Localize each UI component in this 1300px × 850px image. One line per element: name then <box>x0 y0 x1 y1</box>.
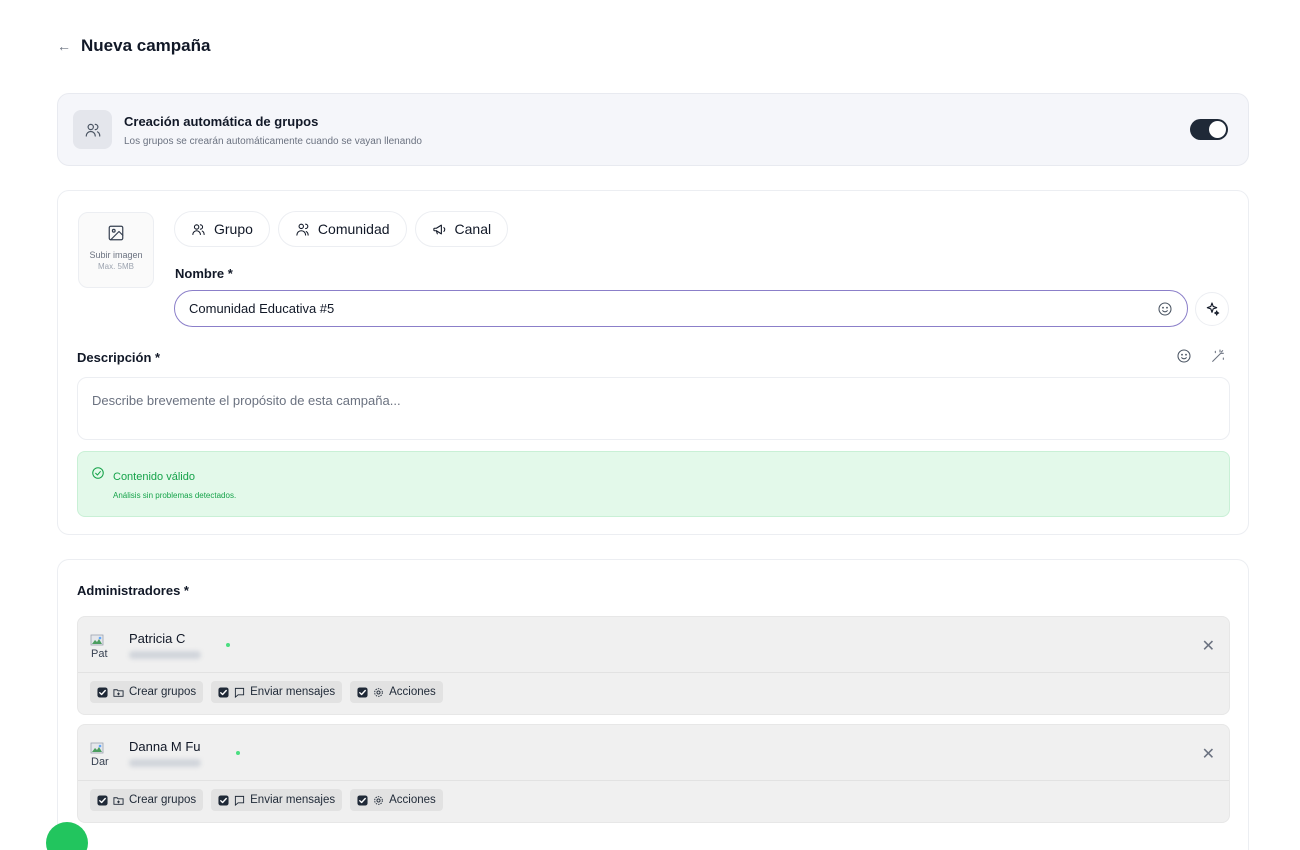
image-icon <box>108 225 124 241</box>
auto-groups-subtitle: Los grupos se crearán automáticamente cu… <box>124 136 422 147</box>
ai-generate-name-button[interactable] <box>1195 292 1229 326</box>
checkbox-checked-icon <box>357 794 368 806</box>
emoji-icon[interactable] <box>1176 348 1192 364</box>
gear-icon <box>374 795 383 805</box>
name-input[interactable]: Comunidad Educativa #5 <box>174 290 1188 327</box>
permission-label: Acciones <box>389 686 436 698</box>
tab-grupo[interactable]: Grupo <box>174 211 270 247</box>
sparkles-icon <box>1206 302 1220 316</box>
permission-label: Acciones <box>389 794 436 806</box>
validation-banner: Contenido válido Análisis sin problemas … <box>77 451 1230 517</box>
checkbox-checked-icon <box>97 794 108 806</box>
online-status-dot <box>236 751 240 755</box>
admin-name: Danna M Fu <box>129 739 201 754</box>
message-square-icon <box>235 687 245 698</box>
checkbox-checked-icon <box>218 794 229 806</box>
description-placeholder: Describe brevemente el propósito de esta… <box>92 393 401 408</box>
check-circle-icon <box>92 467 104 479</box>
admin-phone-redacted <box>129 759 201 767</box>
folder-plus-icon <box>113 688 124 697</box>
permission-list: Crear grupos Enviar mensajes Acciones <box>90 789 443 811</box>
name-input-value: Comunidad Educativa #5 <box>189 301 335 316</box>
administrators-card: Administradores * Pat Patricia C ✕ Crear… <box>57 559 1249 850</box>
tab-canal[interactable]: Canal <box>414 211 509 247</box>
auto-groups-card: Creación automática de grupos Los grupos… <box>57 93 1249 166</box>
permission-crear-grupos[interactable]: Crear grupos <box>90 789 204 811</box>
folder-plus-icon <box>113 796 124 805</box>
campaign-type-tabs: Grupo Comunidad Canal <box>174 211 509 247</box>
tab-label: Comunidad <box>317 221 390 237</box>
permission-acciones[interactable]: Acciones <box>350 681 443 703</box>
tab-label: Grupo <box>214 221 253 237</box>
toggle-knob <box>1209 121 1226 138</box>
permission-enviar-mensajes[interactable]: Enviar mensajes <box>211 681 343 703</box>
permission-label: Crear grupos <box>129 794 197 806</box>
divider <box>78 780 1229 781</box>
page-title: Nueva campaña <box>81 36 211 55</box>
online-status-dot <box>226 643 230 647</box>
users-icon <box>192 223 205 235</box>
permission-enviar-mensajes[interactable]: Enviar mensajes <box>211 789 343 811</box>
tab-label: Canal <box>454 221 492 237</box>
description-label: Descripción * <box>77 350 161 365</box>
checkbox-checked-icon <box>218 686 229 698</box>
checkbox-checked-icon <box>357 686 368 698</box>
permission-acciones[interactable]: Acciones <box>350 789 443 811</box>
gear-icon <box>374 687 383 697</box>
emoji-icon[interactable] <box>1157 301 1173 317</box>
permission-crear-grupos[interactable]: Crear grupos <box>90 681 204 703</box>
avatar-alt-text: Dar <box>91 756 109 768</box>
megaphone-icon <box>432 224 445 234</box>
campaign-form-card: Subir imagen Max. 5MB Grupo Comunidad Ca… <box>57 190 1249 535</box>
admin-phone-redacted <box>129 651 201 659</box>
permission-label: Enviar mensajes <box>250 686 336 698</box>
validation-subtitle: Análisis sin problemas detectados. <box>113 491 237 500</box>
remove-admin-button[interactable]: ✕ <box>1202 747 1215 763</box>
users-icon <box>73 110 112 149</box>
description-textarea[interactable]: Describe brevemente el propósito de esta… <box>77 377 1230 440</box>
broken-image-icon <box>90 634 104 646</box>
arrow-left-icon[interactable]: ← <box>57 39 71 53</box>
upload-image-button[interactable]: Subir imagen Max. 5MB <box>78 212 154 288</box>
avatar-alt-text: Pat <box>91 648 108 660</box>
upload-label: Subir imagen <box>89 250 143 260</box>
auto-groups-title: Creación automática de grupos <box>124 114 319 129</box>
tab-comunidad[interactable]: Comunidad <box>277 211 407 247</box>
admin-item: Dar Danna M Fu ✕ Crear grupos Enviar men… <box>77 724 1230 823</box>
admin-name: Patricia C <box>129 631 186 646</box>
permission-list: Crear grupos Enviar mensajes Acciones <box>90 681 443 703</box>
community-icon <box>296 223 309 236</box>
broken-image-icon <box>90 742 104 754</box>
description-tools <box>1176 348 1226 364</box>
avatar: Pat <box>90 632 120 662</box>
magic-wand-icon[interactable] <box>1210 348 1226 364</box>
checkbox-checked-icon <box>97 686 108 698</box>
name-label: Nombre * <box>175 266 233 281</box>
permission-label: Crear grupos <box>129 686 197 698</box>
message-square-icon <box>235 795 245 806</box>
administrators-label: Administradores * <box>77 583 189 598</box>
upload-max-size: Max. 5MB <box>97 262 134 271</box>
auto-groups-toggle[interactable] <box>1190 119 1228 140</box>
avatar: Dar <box>90 740 120 770</box>
divider <box>78 672 1229 673</box>
admin-item: Pat Patricia C ✕ Crear grupos Enviar men… <box>77 616 1230 715</box>
page-header: ← Nueva campaña <box>57 36 210 56</box>
permission-label: Enviar mensajes <box>250 794 336 806</box>
remove-admin-button[interactable]: ✕ <box>1202 639 1215 655</box>
validation-title: Contenido válido <box>113 471 195 483</box>
